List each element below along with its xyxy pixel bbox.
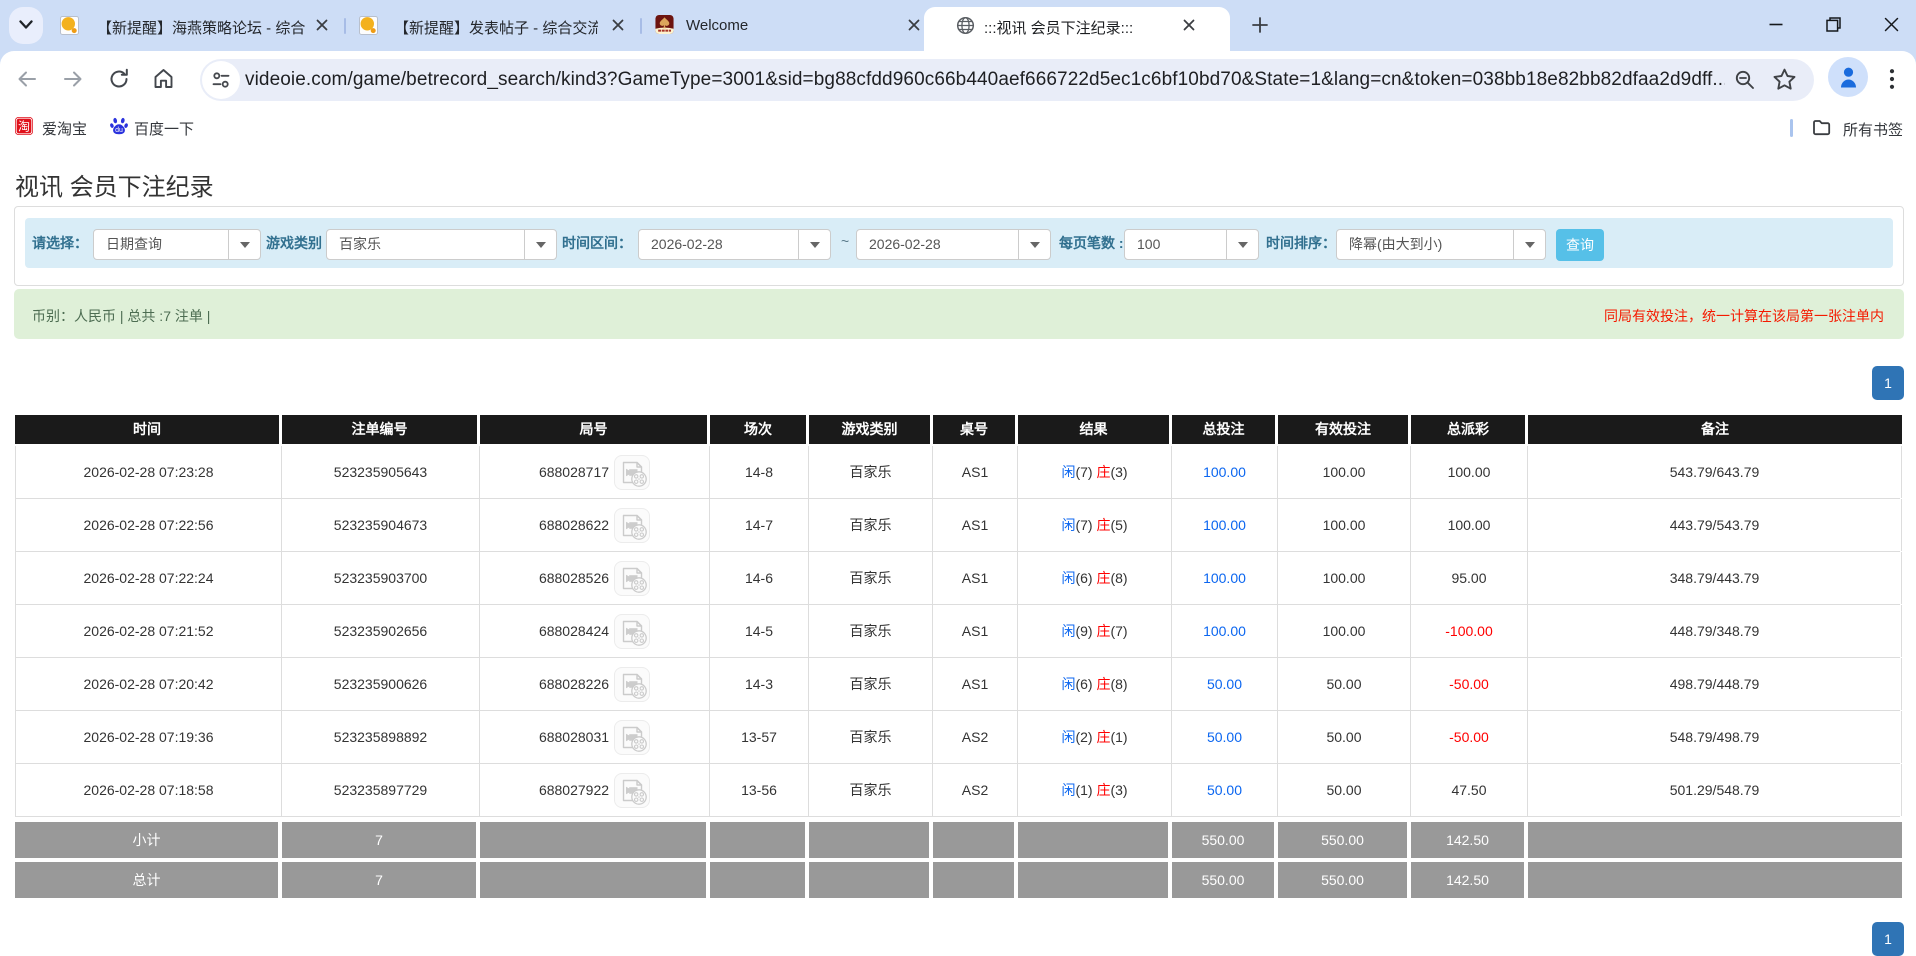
svg-text:du: du [115,127,123,134]
svg-text:淘: 淘 [18,120,30,134]
